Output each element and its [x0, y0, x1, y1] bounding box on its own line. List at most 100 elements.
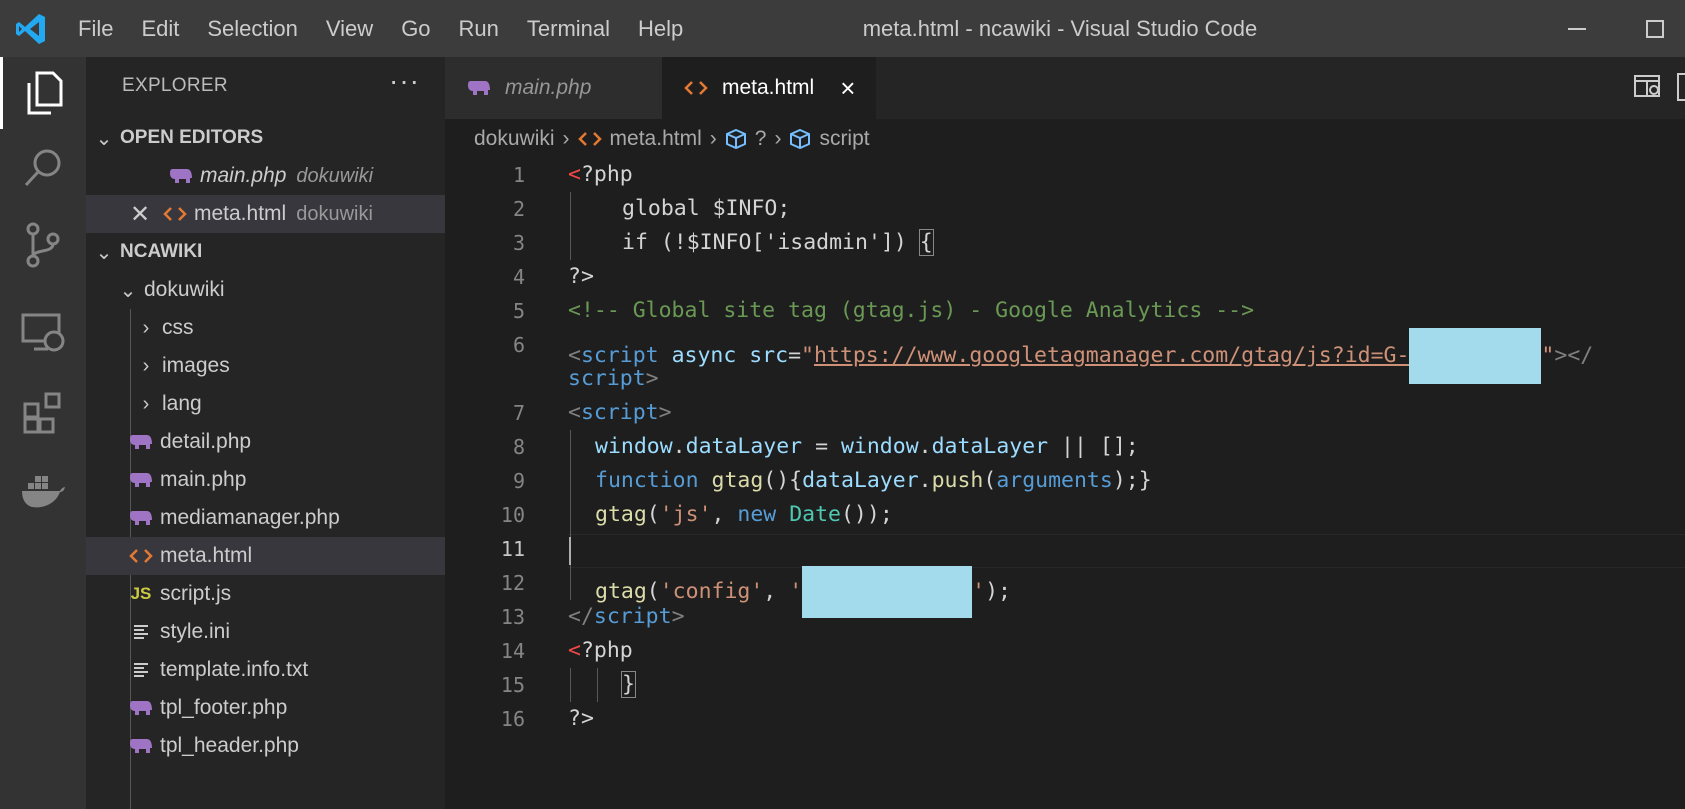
open-preview-icon[interactable]: [1633, 73, 1663, 101]
activity-source-control[interactable]: [0, 209, 86, 281]
tree-file-tpl-header-php[interactable]: tpl_header.php: [86, 727, 445, 765]
code-token: ': [789, 579, 803, 604]
tab-close-icon[interactable]: ×: [840, 73, 855, 104]
code-token: .: [918, 468, 932, 493]
menu-terminal[interactable]: Terminal: [513, 16, 624, 42]
tree-file-style-ini[interactable]: style.ini: [86, 613, 445, 651]
open-editors-section[interactable]: ⌄ OPEN EDITORS: [86, 119, 445, 157]
php-elephant-icon: [126, 733, 156, 759]
breadcrumb-file[interactable]: meta.html: [610, 127, 702, 151]
code-token: <: [568, 162, 581, 187]
line-number: 6: [512, 333, 525, 357]
code-token: ());: [840, 502, 893, 527]
menu-help[interactable]: Help: [624, 16, 697, 42]
line-number: 8: [512, 435, 525, 459]
open-editor-folder: dokuwiki: [296, 164, 374, 187]
code-token: window: [840, 434, 919, 459]
tree-file-template-info-txt[interactable]: template.info.txt: [86, 651, 445, 689]
code-line: window.dataLayer = window.dataLayer || […: [595, 430, 1139, 464]
code-token: 'js': [659, 502, 712, 527]
menu-view[interactable]: View: [312, 16, 387, 42]
code-token: if (!$INFO['isadmin']): [622, 230, 920, 255]
explorer-icon: [27, 71, 62, 115]
window-title: meta.html - ncawiki - Visual Studio Code: [862, 16, 1258, 41]
tree-file-meta-html[interactable]: meta.html: [86, 537, 445, 575]
tree-file-mediamanager-php[interactable]: mediamanager.php: [86, 499, 445, 537]
code-token: gtag: [698, 468, 764, 493]
cube-icon: [789, 128, 811, 150]
code-token: .: [672, 434, 686, 459]
text-lines-icon: [126, 657, 156, 683]
open-editor-name: main.php: [200, 164, 287, 187]
activity-search[interactable]: [0, 132, 86, 204]
title-bar: File Edit Selection View Go Run Terminal…: [0, 0, 1685, 57]
current-line-highlight: [568, 534, 1685, 568]
line-number: 14: [500, 639, 525, 663]
tree-file-main-php[interactable]: main.php: [86, 461, 445, 499]
tree-item-label: main.php: [160, 468, 247, 491]
php-elephant-icon: [126, 695, 156, 721]
breadcrumb-folder[interactable]: dokuwiki: [474, 127, 555, 151]
line-number: 4: [512, 265, 525, 289]
minimize-icon[interactable]: [1562, 14, 1592, 44]
code-token: Date: [776, 502, 841, 527]
code-token: }: [621, 671, 636, 698]
code-token: gtag: [595, 502, 647, 527]
menu-file[interactable]: File: [64, 16, 127, 42]
workspace-section[interactable]: ⌄ NCAWIKI: [86, 233, 445, 271]
tree-file-detail-php[interactable]: detail.php: [86, 423, 445, 461]
tree-folder-css[interactable]: › css: [86, 309, 445, 347]
tree-folder-lang[interactable]: › lang: [86, 385, 445, 423]
tree-folder-images[interactable]: › images: [86, 347, 445, 385]
code-token: <: [568, 638, 581, 663]
activity-explorer[interactable]: [0, 57, 86, 129]
menu-go[interactable]: Go: [387, 16, 444, 42]
tree-item-label: images: [162, 354, 230, 377]
code-token: window: [595, 434, 673, 459]
menu-selection[interactable]: Selection: [193, 16, 312, 42]
code-url-link[interactable]: https://www.googletagmanager.com/gtag/js…: [814, 343, 1409, 368]
close-icon[interactable]: ✕: [130, 200, 150, 229]
php-elephant-icon: [166, 163, 196, 189]
breadcrumb-symbol[interactable]: ?: [755, 127, 767, 151]
code-token: new: [737, 502, 777, 527]
menu-bar: File Edit Selection View Go Run Terminal…: [64, 0, 697, 57]
code-token: =: [802, 434, 841, 459]
activity-docker[interactable]: [0, 457, 86, 529]
tree-item-label: dokuwiki: [144, 278, 225, 301]
remote-explorer-icon: [21, 313, 65, 352]
code-token: (: [646, 502, 660, 527]
code-token: .: [918, 434, 932, 459]
split-editor-icon[interactable]: [1677, 73, 1685, 101]
breadcrumb: dokuwiki › meta.html › ? › script: [474, 122, 870, 156]
activity-extensions[interactable]: [0, 377, 86, 449]
menu-run[interactable]: Run: [445, 16, 513, 42]
explorer-sidebar: EXPLORER ··· ⌄ OPEN EDITORS main.php dok…: [86, 57, 445, 809]
code-line: </script>: [568, 600, 685, 634]
tab-meta-html[interactable]: meta.html ×: [662, 57, 876, 119]
html-code-icon: [577, 130, 602, 148]
code-line: <script>: [568, 396, 672, 430]
line-number: 16: [500, 707, 525, 731]
maximize-icon[interactable]: [1640, 14, 1670, 44]
menu-edit[interactable]: Edit: [127, 16, 193, 42]
open-editor-item[interactable]: ✕ meta.html dokuwiki: [86, 195, 445, 233]
vscode-logo-icon[interactable]: [14, 12, 48, 46]
tree-file-script-js[interactable]: JS script.js: [86, 575, 445, 613]
code-token: ,: [763, 579, 790, 604]
code-editor[interactable]: 1 2 3 4 5 6 7 8 9 10 11 12 13 14 15 16 <…: [445, 158, 1685, 809]
line-number: 3: [512, 231, 525, 255]
indent-guide: [570, 668, 571, 702]
breadcrumb-symbol[interactable]: script: [819, 127, 869, 151]
open-editor-item[interactable]: main.php dokuwiki: [86, 157, 445, 195]
code-line: <?php: [568, 634, 633, 668]
html-code-icon: [160, 201, 190, 227]
activity-remote-explorer[interactable]: [0, 297, 86, 369]
text-lines-icon: [126, 619, 156, 645]
tree-file-tpl-footer-php[interactable]: tpl_footer.php: [86, 689, 445, 727]
tree-folder-dokuwiki[interactable]: ⌄ dokuwiki: [86, 271, 445, 309]
tab-main-php[interactable]: main.php: [445, 57, 662, 119]
workspace-title: NCAWIKI: [120, 241, 203, 262]
more-actions-icon[interactable]: ···: [389, 65, 420, 97]
tree-item-label: detail.php: [160, 430, 252, 453]
